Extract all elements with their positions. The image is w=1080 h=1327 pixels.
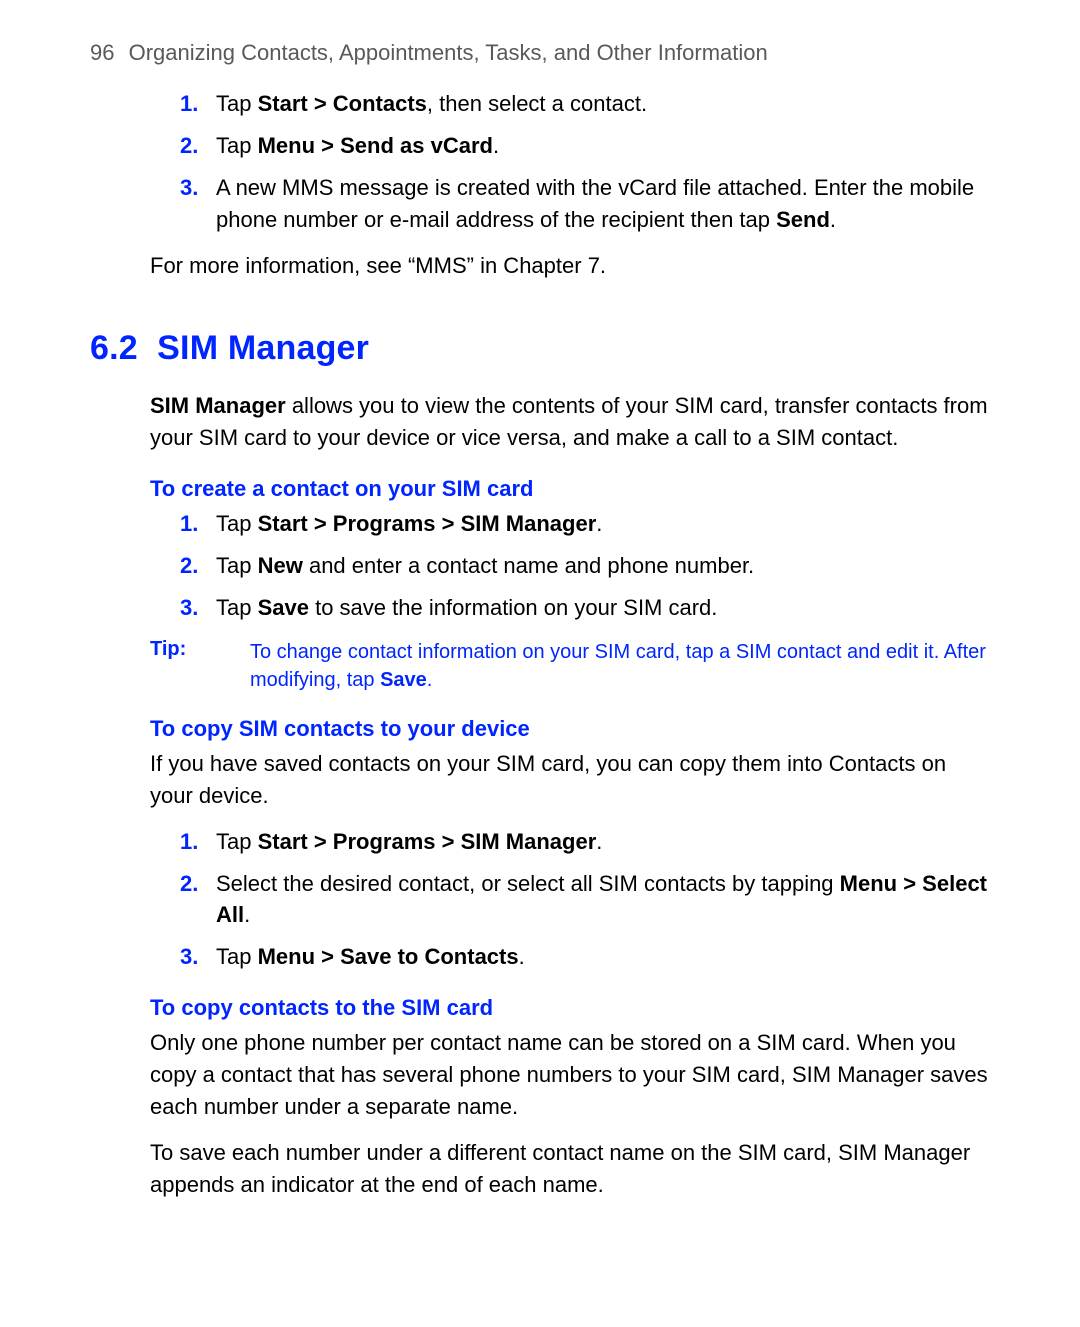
step-text-pre: Tap [216, 91, 258, 116]
sub3-paragraph-2: To save each number under a different co… [150, 1137, 990, 1201]
section-title: SIM Manager [157, 329, 369, 367]
step-text-post: . [596, 829, 602, 854]
page-content: 1. Tap Start > Contacts, then select a c… [90, 88, 990, 1201]
list-item: 1. Tap Start > Contacts, then select a c… [180, 88, 990, 120]
step-text-pre: Tap [216, 829, 258, 854]
step-text-post: . [493, 133, 499, 158]
tip-block: Tip: To change contact information on yo… [150, 638, 990, 694]
step-text-pre: Tap [216, 595, 258, 620]
step-text-bold: Menu > Save to Contacts [258, 944, 519, 969]
tip-text-post: . [427, 669, 433, 691]
step-number: 2. [180, 130, 198, 162]
step-text-pre: Tap [216, 133, 258, 158]
step-text-bold: Start > Programs > SIM Manager [258, 511, 597, 536]
list-item: 2. Tap Menu > Send as vCard. [180, 130, 990, 162]
section-intro: SIM Manager allows you to view the conte… [150, 390, 990, 454]
step-number: 3. [180, 172, 198, 204]
list-item: 2. Tap New and enter a contact name and … [180, 550, 990, 582]
page-header: 96 Organizing Contacts, Appointments, Ta… [90, 40, 990, 66]
step-text-bold: Save [258, 595, 309, 620]
tip-text-pre: To change contact information on your SI… [250, 641, 986, 691]
step-number: 3. [180, 592, 198, 624]
intro-steps-list: 1. Tap Start > Contacts, then select a c… [150, 88, 990, 236]
step-text-bold: Send [776, 207, 830, 232]
step-number: 2. [180, 868, 198, 900]
subsection-heading: To create a contact on your SIM card [150, 476, 990, 502]
step-number: 1. [180, 508, 198, 540]
step-text-post: . [519, 944, 525, 969]
step-number: 2. [180, 550, 198, 582]
intro-more-info: For more information, see “MMS” in Chapt… [150, 250, 990, 282]
step-text-post: . [596, 511, 602, 536]
step-number: 3. [180, 941, 198, 973]
step-text-post: , then select a contact. [427, 91, 647, 116]
list-item: 3. Tap Menu > Save to Contacts. [180, 941, 990, 973]
step-text-pre: Select the desired contact, or select al… [216, 871, 840, 896]
sub2-steps-list: 1. Tap Start > Programs > SIM Manager. 2… [150, 826, 990, 974]
step-text-bold: New [258, 553, 303, 578]
list-item: 2. Select the desired contact, or select… [180, 868, 990, 932]
step-text-bold: Menu > Send as vCard [258, 133, 493, 158]
step-text-post: and enter a contact name and phone numbe… [303, 553, 754, 578]
list-item: 1. Tap Start > Programs > SIM Manager. [180, 826, 990, 858]
section-heading: 6.2 SIM Manager [90, 329, 990, 368]
sub3-paragraph-1: Only one phone number per contact name c… [150, 1027, 990, 1123]
subsection-heading: To copy SIM contacts to your device [150, 716, 990, 742]
step-text-pre: Tap [216, 944, 258, 969]
chapter-title: Organizing Contacts, Appointments, Tasks… [129, 40, 768, 65]
step-text-pre: Tap [216, 553, 258, 578]
sub1-steps-list: 1. Tap Start > Programs > SIM Manager. 2… [150, 508, 990, 624]
tip-body: To change contact information on your SI… [250, 638, 990, 694]
step-number: 1. [180, 88, 198, 120]
step-text-post: to save the information on your SIM card… [309, 595, 717, 620]
page-number: 96 [90, 40, 114, 65]
section-number: 6.2 [90, 329, 138, 367]
step-text-bold: Start > Contacts [258, 91, 427, 116]
list-item: 3. Tap Save to save the information on y… [180, 592, 990, 624]
step-text-post: . [244, 902, 250, 927]
sub2-intro: If you have saved contacts on your SIM c… [150, 748, 990, 812]
list-item: 1. Tap Start > Programs > SIM Manager. [180, 508, 990, 540]
document-page: 96 Organizing Contacts, Appointments, Ta… [0, 0, 1080, 1275]
step-text-bold: Start > Programs > SIM Manager [258, 829, 597, 854]
subsection-heading: To copy contacts to the SIM card [150, 995, 990, 1021]
list-item: 3. A new MMS message is created with the… [180, 172, 990, 236]
step-number: 1. [180, 826, 198, 858]
section-intro-bold: SIM Manager [150, 393, 286, 418]
tip-label: Tip: [150, 638, 222, 694]
step-text-post: . [830, 207, 836, 232]
step-text-pre: Tap [216, 511, 258, 536]
step-text-pre: A new MMS message is created with the vC… [216, 175, 974, 232]
tip-text-bold: Save [380, 669, 427, 691]
